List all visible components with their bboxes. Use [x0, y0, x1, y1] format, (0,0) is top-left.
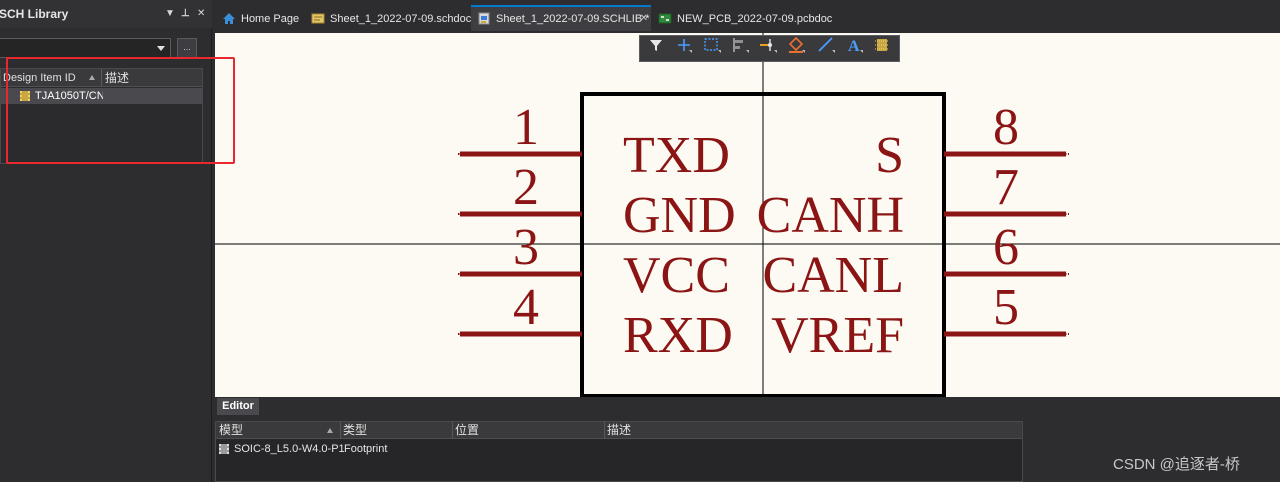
pin-number-left: 2	[513, 159, 539, 216]
pin-number-left: 3	[513, 219, 539, 276]
select-rect-icon[interactable]	[702, 36, 722, 54]
home-icon	[223, 13, 235, 24]
highlight-box	[6, 57, 235, 164]
pcb-doc-icon	[658, 13, 672, 24]
browse-button[interactable]: ...	[177, 38, 197, 58]
active-bar-toolbar: A	[639, 35, 900, 62]
filter-icon[interactable]	[646, 36, 666, 54]
tab-home-page[interactable]: Home Page	[216, 7, 304, 31]
pin-name-left: GND	[623, 187, 736, 244]
pin-name-left: VCC	[623, 247, 730, 304]
document-tabbar: Home Page Sheet_1_2022-07-09.schdoc Shee…	[213, 0, 1280, 33]
editor-tabstrip: Editor	[215, 397, 1280, 415]
align-icon[interactable]	[730, 36, 750, 54]
app-window: SCH Library ▼ ⊥ ✕ ... Design Item ID 描述 …	[0, 0, 1280, 482]
svg-text:A: A	[848, 38, 860, 54]
panel-title: SCH Library	[0, 7, 69, 21]
panel-close-icon[interactable]: ✕	[197, 0, 205, 28]
tab-label: Home Page	[241, 13, 300, 25]
close-icon[interactable]: ✕	[640, 7, 648, 31]
model-type: Footprint	[344, 443, 388, 455]
line-icon[interactable]	[816, 36, 836, 54]
column-model[interactable]: 模型	[219, 422, 243, 439]
tab-schlib[interactable]: Sheet_1_2022-07-09.SCHLIB * ✕	[471, 5, 651, 31]
library-filter-select[interactable]	[0, 38, 171, 58]
pin-name-right: S	[875, 127, 904, 184]
table-row[interactable]: SOIC-8_L5.0-W4.0-P1 Footprint	[216, 441, 1022, 457]
model-table: 模型 类型 位置 描述 SOIC-8_L5.0-W4.0-P1 Footprin…	[215, 421, 1023, 482]
tab-pcbdoc[interactable]: NEW_PCB_2022-07-09.pcbdoc	[652, 7, 832, 31]
column-separator[interactable]	[452, 422, 453, 439]
pin-number-left: 4	[513, 279, 539, 336]
pin-number-right: 6	[993, 219, 1019, 276]
pin-number-left: 1	[513, 99, 539, 156]
add-component-icon[interactable]	[674, 36, 694, 54]
tab-label: Sheet_1_2022-07-09.SCHLIB *	[496, 13, 650, 25]
schlib-doc-icon	[478, 12, 490, 25]
tab-editor[interactable]: Editor	[217, 398, 259, 415]
sort-ascending-icon	[327, 428, 333, 433]
schematic-canvas[interactable]: 1 TXD 2 GND 3 VCC 4 RXD 8 S 7 CANH 6 CANL 5 VREF	[215, 33, 1280, 397]
pin-number-right: 7	[993, 159, 1019, 216]
tab-schdoc[interactable]: Sheet_1_2022-07-09.schdoc	[305, 7, 472, 31]
panel-header: SCH Library ▼ ⊥ ✕	[0, 0, 212, 28]
watermark: CSDN @追逐者-桥	[1113, 456, 1240, 473]
text-icon[interactable]: A	[844, 36, 864, 54]
tab-label: Sheet_1_2022-07-09.schdoc	[330, 13, 472, 25]
pin-name-right: CANH	[757, 187, 904, 244]
pin-name-left: RXD	[623, 307, 733, 364]
component-icon[interactable]	[872, 36, 892, 54]
pin-name-right: CANL	[762, 247, 904, 304]
column-separator[interactable]	[340, 422, 341, 439]
column-description[interactable]: 描述	[607, 422, 631, 439]
pin-name-left: TXD	[623, 127, 730, 184]
pin-number-right: 5	[993, 279, 1019, 336]
column-location[interactable]: 位置	[455, 422, 479, 439]
model-name: SOIC-8_L5.0-W4.0-P1	[234, 443, 345, 455]
footprint-icon	[219, 444, 229, 454]
pin-name-right: VREF	[771, 307, 904, 364]
tab-label: NEW_PCB_2022-07-09.pcbdoc	[677, 13, 833, 25]
panel-menu-icon[interactable]: ▼	[165, 0, 175, 28]
schematic-drawing: 1 TXD 2 GND 3 VCC 4 RXD 8 S 7 CANH 6 CANL 5 VREF	[215, 33, 1280, 397]
chevron-down-icon	[157, 46, 165, 51]
place-pin-icon[interactable]	[758, 36, 778, 54]
column-separator[interactable]	[604, 422, 605, 439]
schematic-doc-icon	[311, 13, 325, 24]
panel-pin-icon[interactable]: ⊥	[181, 0, 190, 28]
pin-number-right: 8	[993, 99, 1019, 156]
model-table-header: 模型 类型 位置 描述	[216, 422, 1022, 439]
column-type[interactable]: 类型	[343, 422, 367, 439]
fill-icon[interactable]	[786, 36, 806, 54]
